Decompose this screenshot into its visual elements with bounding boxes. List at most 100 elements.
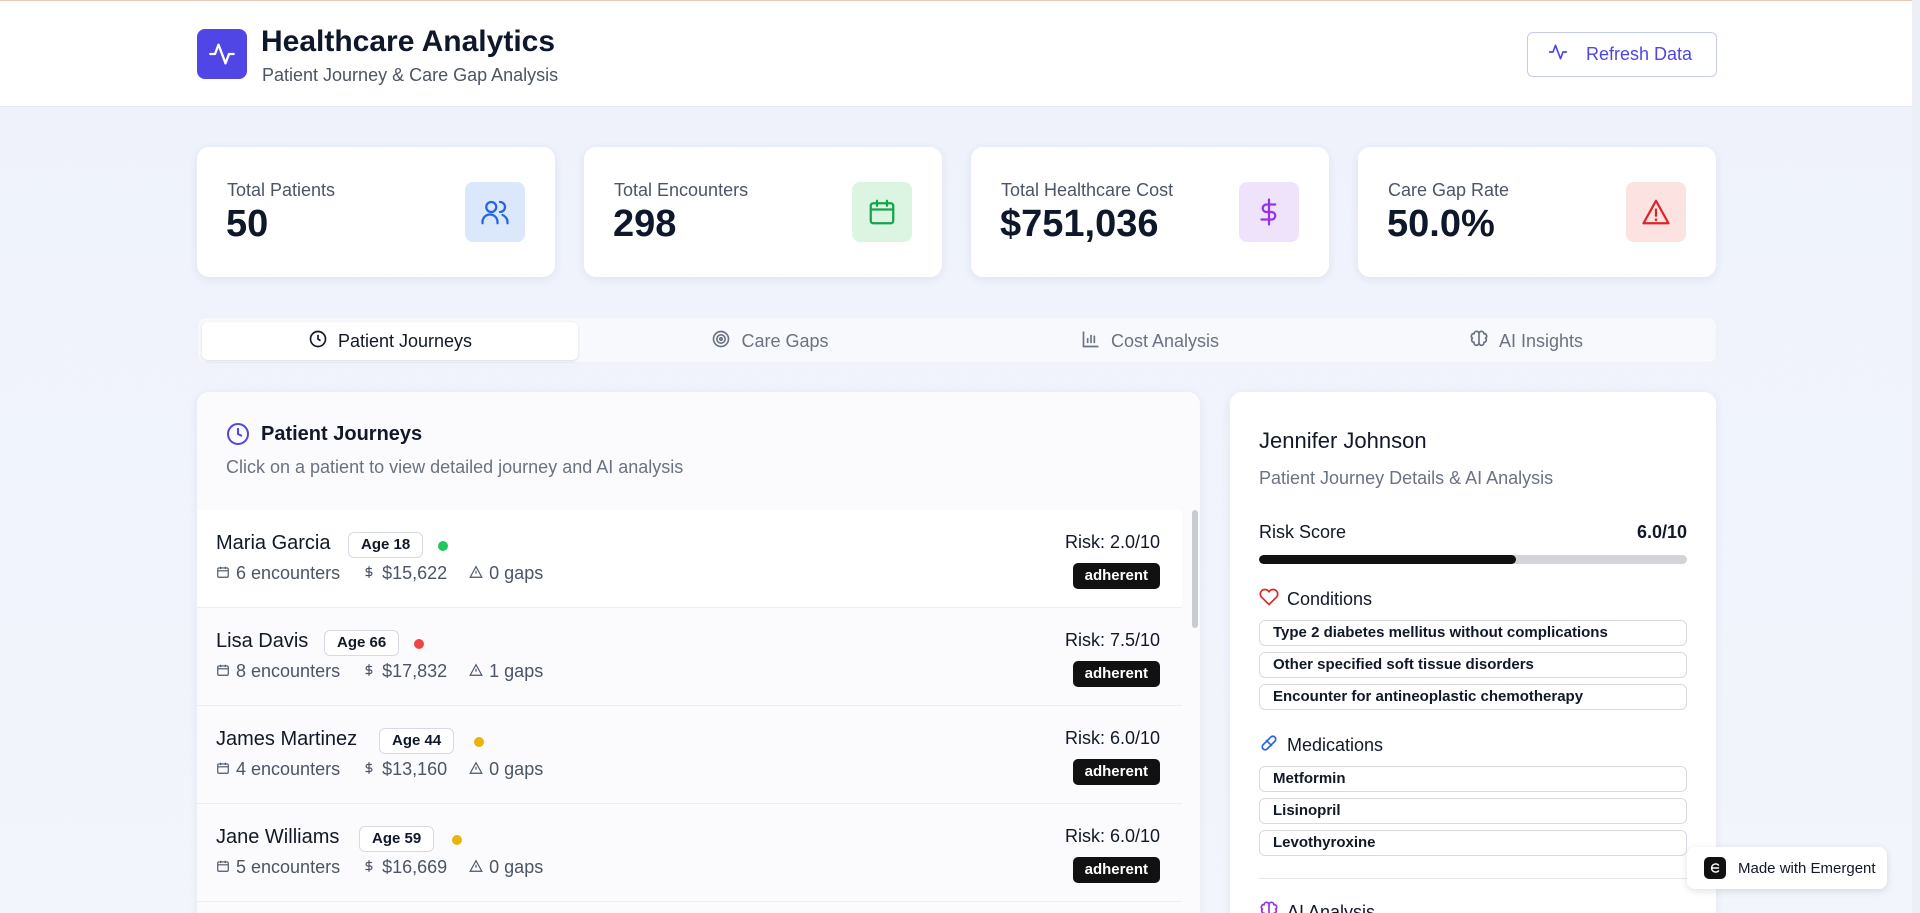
section-divider <box>1259 878 1687 879</box>
page-scrollbar[interactable] <box>1912 0 1920 913</box>
stat-value: $751,036 <box>1000 203 1159 245</box>
stat-label: Care Gap Rate <box>1388 180 1510 200</box>
dollar-icon <box>362 857 376 878</box>
target-icon <box>711 329 731 354</box>
heart-icon <box>1259 587 1279 612</box>
calendar-icon <box>216 563 230 584</box>
risk-score-bar <box>1259 555 1687 564</box>
risk-score: Risk: 2.0/10 <box>1064 532 1160 552</box>
patient-detail-subtitle: Patient Journey Details & AI Analysis <box>1259 468 1554 488</box>
condition-chip: Other specified soft tissue disorders <box>1259 652 1687 678</box>
bar-chart-icon <box>1081 329 1101 354</box>
status-badge: adherent <box>1072 857 1160 883</box>
dollar-icon <box>362 661 376 682</box>
tab-label: AI Insights <box>1498 330 1584 351</box>
calendar-icon <box>216 857 230 878</box>
tab-cost-analysis[interactable]: Cost Analysis <box>962 322 1338 360</box>
calendar-icon <box>216 759 230 780</box>
calendar-icon <box>852 182 912 242</box>
pill-icon <box>1259 733 1279 758</box>
brain-icon <box>1259 900 1279 913</box>
patient-name: Lisa Davis <box>216 630 309 652</box>
patient-detail-panel: Jennifer Johnson Patient Journey Details… <box>1230 392 1716 913</box>
alert-triangle-icon <box>1626 182 1686 242</box>
patient-row[interactable]: Lisa Davis Age 66 8 encounters $17,832 1… <box>197 608 1182 706</box>
stat-card-care-gap-rate: Care Gap Rate 50.0% <box>1358 147 1716 277</box>
stat-card-total-cost: Total Healthcare Cost $751,036 <box>971 147 1329 277</box>
status-badge: adherent <box>1072 563 1160 589</box>
ai-analysis-title: AI Analysis <box>1287 902 1376 913</box>
risk-score-label: Risk Score <box>1259 522 1347 542</box>
tab-care-gaps[interactable]: Care Gaps <box>582 322 958 360</box>
risk-status-dot <box>414 639 424 649</box>
stat-value: 50 <box>226 203 269 245</box>
encounter-count: 5 encounters <box>236 857 341 877</box>
conditions-title: Conditions <box>1287 589 1373 609</box>
dollar-icon <box>362 759 376 780</box>
stat-card-total-patients: Total Patients 50 <box>197 147 555 277</box>
condition-chip: Type 2 diabetes mellitus without complic… <box>1259 620 1687 646</box>
risk-score-fill <box>1259 555 1516 564</box>
encounter-count: 6 encounters <box>236 563 341 583</box>
clock-icon <box>308 329 328 354</box>
risk-score-value: 6.0/10 <box>1636 522 1687 542</box>
gap-count: 0 gaps <box>489 759 544 779</box>
tab-bar: Patient Journeys Care Gaps Cost Analysis… <box>197 317 1717 363</box>
patient-name: Jane Williams <box>216 826 340 848</box>
stat-value: 50.0% <box>1387 203 1495 245</box>
patient-cost: $15,622 <box>382 563 448 583</box>
patient-row[interactable]: Maria Garcia Age 18 6 encounters $15,622… <box>197 510 1182 608</box>
stat-card-total-encounters: Total Encounters 298 <box>584 147 942 277</box>
gap-count: 0 gaps <box>489 563 544 583</box>
gap-count: 1 gaps <box>489 661 544 681</box>
stat-label: Total Encounters <box>614 180 749 200</box>
status-badge: adherent <box>1072 661 1160 687</box>
stat-label: Total Healthcare Cost <box>1001 180 1174 200</box>
patient-detail-name: Jennifer Johnson <box>1259 428 1427 453</box>
refresh-data-label: Refresh Data <box>1586 44 1693 64</box>
stat-label: Total Patients <box>227 180 336 200</box>
activity-logo-icon <box>197 29 247 79</box>
alert-triangle-icon <box>469 759 483 780</box>
users-icon <box>465 182 525 242</box>
patient-meta: 4 encounters $13,160 0 gaps <box>216 759 565 780</box>
made-with-emergent-badge[interactable]: Made with Emergent <box>1687 847 1887 889</box>
condition-chip: Encounter for antineoplastic chemotherap… <box>1259 684 1687 710</box>
medication-chip: Levothyroxine <box>1259 830 1687 856</box>
patient-journeys-panel: Patient Journeys Click on a patient to v… <box>197 392 1200 913</box>
refresh-data-button[interactable]: Refresh Data <box>1527 32 1717 77</box>
calendar-icon <box>216 661 230 682</box>
risk-score: Risk: 6.0/10 <box>1064 826 1160 846</box>
tab-label: Patient Journeys <box>337 330 473 351</box>
medications-title: Medications <box>1287 735 1384 755</box>
made-with-label: Made with Emergent <box>1738 859 1876 877</box>
tab-ai-insights[interactable]: AI Insights <box>1338 322 1714 360</box>
ai-analysis-heading: AI Analysis <box>1259 900 1375 913</box>
age-badge: Age 44 <box>379 728 455 754</box>
age-badge: Age 59 <box>359 826 435 852</box>
panel-title: Patient Journeys <box>261 423 423 445</box>
emergent-logo-icon <box>1704 857 1726 879</box>
patient-row[interactable]: James Martinez Age 44 4 encounters $13,1… <box>197 706 1182 804</box>
app-subtitle: Patient Journey & Care Gap Analysis <box>262 65 559 85</box>
tab-patient-journeys[interactable]: Patient Journeys <box>202 322 578 360</box>
patient-row[interactable]: Jane Williams Age 59 5 encounters $16,66… <box>197 804 1182 902</box>
stat-value: 298 <box>613 203 677 245</box>
patient-cost: $13,160 <box>382 759 448 779</box>
patient-meta: 5 encounters $16,669 0 gaps <box>216 857 565 878</box>
tab-label: Cost Analysis <box>1110 330 1220 351</box>
encounter-count: 8 encounters <box>236 661 341 681</box>
patient-list-scrollbar[interactable] <box>1192 510 1198 628</box>
patient-meta: 6 encounters $15,622 0 gaps <box>216 563 565 584</box>
patient-name: James Martinez <box>216 728 358 750</box>
medications-heading: Medications <box>1259 733 1383 758</box>
age-badge: Age 66 <box>324 630 400 656</box>
gap-count: 0 gaps <box>489 857 544 877</box>
risk-score: Risk: 6.0/10 <box>1064 728 1160 748</box>
app-title: Healthcare Analytics <box>261 25 556 58</box>
patient-cost: $16,669 <box>382 857 448 877</box>
medication-chip: Metformin <box>1259 766 1687 792</box>
age-badge: Age 18 <box>348 532 424 558</box>
alert-triangle-icon <box>469 857 483 878</box>
encounter-count: 4 encounters <box>236 759 341 779</box>
